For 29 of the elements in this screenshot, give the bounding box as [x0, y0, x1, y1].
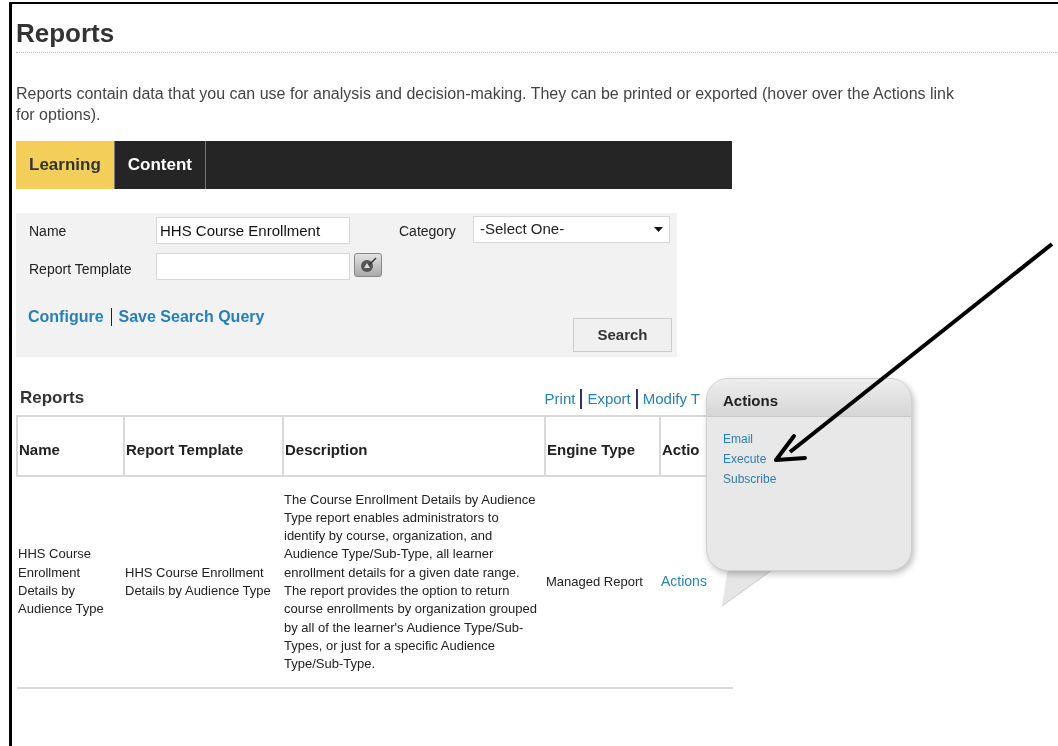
table-link[interactable]: Print	[544, 388, 576, 411]
template-field[interactable]	[156, 253, 350, 280]
tab[interactable]: Learning	[16, 141, 115, 189]
table-cell: HHS Course Enrollment Details by Audience Type	[17, 475, 124, 689]
intro-text: Reports contain data that you can use for analysis and decision-making. They can be printed or exported (hover over the Actions link for options).	[16, 84, 955, 125]
actions-link[interactable]: Actions	[661, 573, 707, 590]
table-link[interactable]: Export	[587, 388, 631, 411]
field-label: Report Template	[29, 260, 132, 279]
page-title: Reports	[16, 17, 116, 50]
table-cell: Managed Report	[545, 475, 660, 689]
field-label: Category	[399, 222, 456, 241]
name-field[interactable]: HHS Course Enrollment	[156, 217, 350, 244]
panel-link[interactable]: Save Search Query	[118, 305, 265, 329]
column-header: Engine Type	[545, 415, 660, 476]
column-header: Name	[17, 415, 124, 476]
column-header: Report Template	[124, 415, 283, 476]
caret-icon	[654, 227, 663, 232]
search-button[interactable]: Search	[573, 318, 672, 352]
section-title: Reports	[20, 387, 85, 409]
pencil-icon	[359, 257, 377, 273]
field-label: Name	[29, 222, 67, 241]
table-cell: The Course Enrollment Details by Audience Type report enables administrators to identify by course, organization, and Audience Type/Sub-Type, all learner enrollment details for a given date range. The report provides the option to return course enrollments by organization grouped by all of the learner's Audience Type/Sub-Types, or just for a specific Audience Type/Sub-Type.	[283, 475, 545, 689]
column-header: Description	[283, 415, 545, 476]
panel-link[interactable]: Configure	[28, 305, 104, 329]
table-cell: HHS Course Enrollment Details by Audience Type	[124, 475, 283, 689]
category-dropdown[interactable]: -Select One-	[473, 216, 670, 243]
picker-button[interactable]	[354, 253, 382, 277]
popover-title: Actions	[723, 392, 778, 409]
table-link[interactable]: Modify T	[642, 388, 700, 411]
